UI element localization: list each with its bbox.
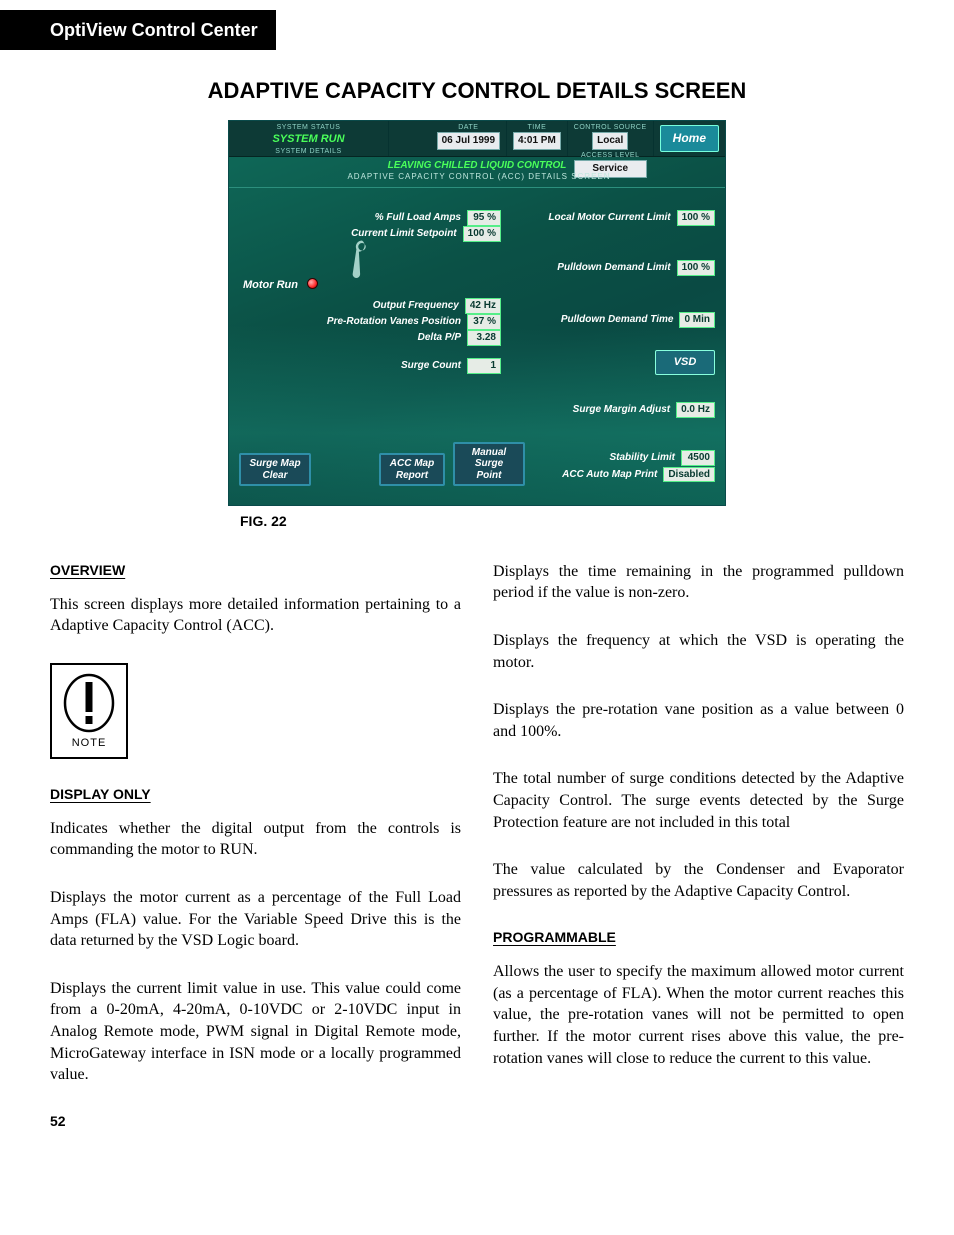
display-only-p2: Displays the motor current as a percenta… [50, 887, 461, 952]
motor-run-led-icon [307, 278, 318, 289]
field-prv-position: Pre-Rotation Vanes Position37 % [311, 314, 501, 330]
field-acc-auto-map-print[interactable]: ACC Auto Map PrintDisabled [527, 467, 715, 483]
hmi-screen: SYSTEM STATUS SYSTEM RUN SYSTEM DETAILS … [228, 120, 726, 506]
field-delta-pp: Delta P/P3.28 [341, 330, 501, 346]
field-output-frequency: Output Frequency42 Hz [339, 298, 501, 314]
right-p2: Displays the frequency at which the VSD … [493, 630, 904, 673]
right-p3: Displays the pre-rotation vane position … [493, 699, 904, 742]
acc-map-report-button[interactable]: ACC MapReport [379, 453, 445, 486]
overview-heading: OVERVIEW [50, 561, 461, 580]
doc-header-bar: OptiView Control Center [0, 10, 276, 50]
field-stability-limit[interactable]: Stability Limit4500 [525, 450, 715, 466]
system-status-label: SYSTEM STATUS [235, 123, 382, 132]
access-level-label: ACCESS LEVEL [574, 151, 647, 160]
note-icon-box: NOTE [50, 663, 128, 759]
page-number: 52 [50, 1112, 461, 1131]
field-pulldown-demand-limit[interactable]: Pulldown Demand Limit100 % [521, 260, 715, 276]
display-only-p1: Indicates whether the digital output fro… [50, 818, 461, 861]
note-exclamation-icon [61, 672, 117, 734]
figure-caption: FIG. 22 [240, 512, 904, 531]
system-details-label: SYSTEM DETAILS [235, 147, 382, 156]
left-column: OVERVIEW This screen displays more detai… [50, 561, 461, 1131]
field-pulldown-demand-time[interactable]: Pulldown Demand Time0 Min [523, 312, 715, 328]
motor-run-label: Motor Run [243, 278, 298, 293]
hmi-top-bar: SYSTEM STATUS SYSTEM RUN SYSTEM DETAILS … [229, 121, 725, 157]
field-full-load-amps: % Full Load Amps95 % [341, 210, 501, 226]
manual-surge-point-button[interactable]: ManualSurge Point [453, 442, 525, 487]
field-local-motor-current-limit[interactable]: Local Motor Current Limit100 % [521, 210, 715, 226]
system-status: SYSTEM RUN [235, 132, 382, 147]
display-only-p3: Displays the current limit value in use.… [50, 978, 461, 1086]
field-surge-count: Surge Count1 [341, 358, 501, 374]
time-value: 4:01 PM [513, 132, 561, 150]
date-value: 06 Jul 1999 [437, 132, 500, 150]
vsd-button[interactable]: VSD [655, 350, 715, 375]
display-only-heading: DISPLAY ONLY [50, 785, 461, 804]
hmi-subheader: LEAVING CHILLED LIQUID CONTROL [388, 160, 567, 171]
programmable-p1: Allows the user to specify the maximum a… [493, 961, 904, 1069]
date-label: DATE [437, 123, 500, 132]
time-label: TIME [513, 123, 561, 132]
right-p5: The value calculated by the Condenser an… [493, 859, 904, 902]
overview-paragraph: This screen displays more detailed infor… [50, 594, 461, 637]
hmi-figure: SYSTEM STATUS SYSTEM RUN SYSTEM DETAILS … [50, 120, 904, 506]
right-p1: Displays the time remaining in the progr… [493, 561, 904, 604]
home-button[interactable]: Home [660, 125, 719, 151]
control-source-label: CONTROL SOURCE [574, 123, 647, 132]
right-p4: The total number of surge conditions det… [493, 768, 904, 833]
control-source-value: Local [592, 132, 628, 150]
programmable-heading: PROGRAMMABLE [493, 928, 904, 947]
surge-map-clear-button[interactable]: Surge MapClear [239, 453, 311, 486]
note-label: NOTE [72, 736, 107, 751]
wrench-icon [347, 238, 377, 288]
field-current-limit-setpoint: Current Limit Setpoint100 % [337, 226, 501, 242]
right-column: Displays the time remaining in the progr… [493, 561, 904, 1131]
field-surge-margin-adjust[interactable]: Surge Margin Adjust0.0 Hz [520, 402, 715, 418]
hmi-breadcrumb: ADAPTIVE CAPACITY CONTROL (ACC) DETAILS … [229, 172, 725, 185]
page-title: ADAPTIVE CAPACITY CONTROL DETAILS SCREEN [50, 76, 904, 106]
